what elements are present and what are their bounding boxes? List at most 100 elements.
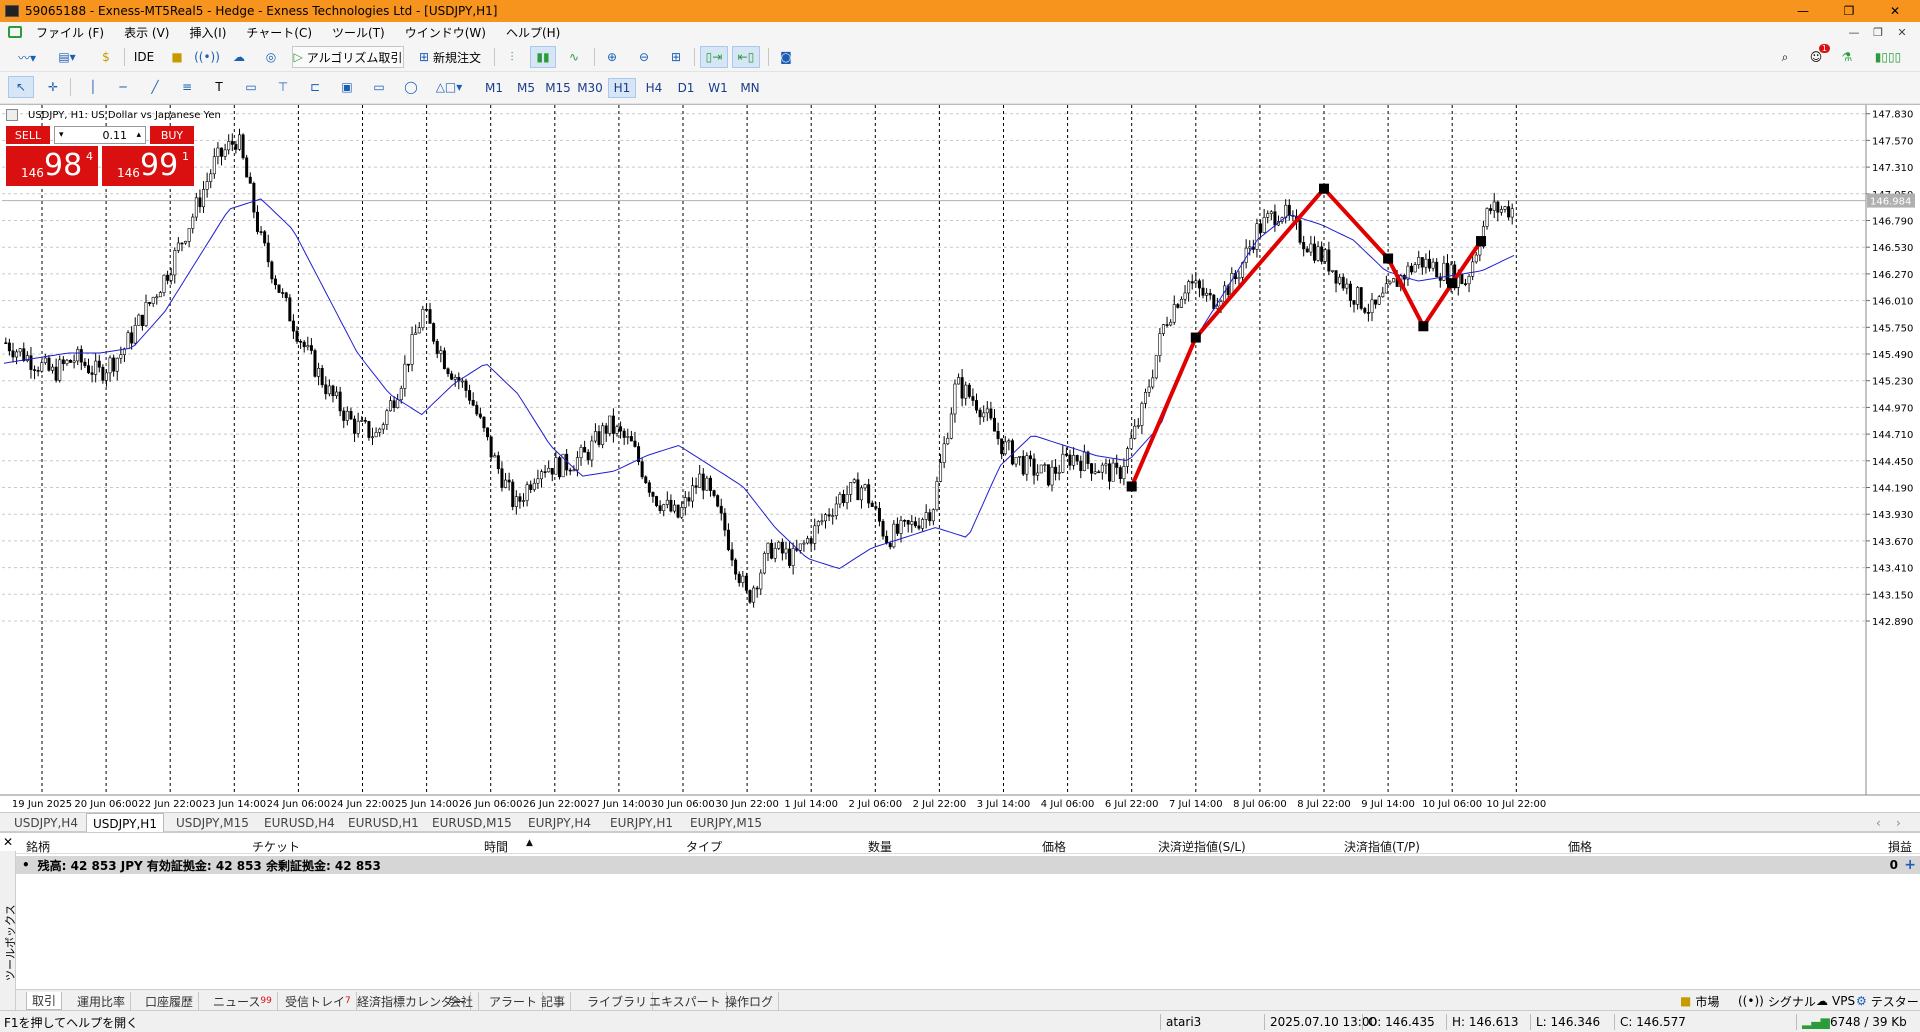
new-chart-icon[interactable]: ▤▾ xyxy=(50,46,84,68)
cursor-icon[interactable]: ↖ xyxy=(8,76,34,98)
tab-exposure[interactable]: 運用比率 xyxy=(72,992,132,1010)
chart-shift-icon[interactable]: ⇤▯ xyxy=(732,46,760,68)
notifications-icon[interactable]: ☺ 1 xyxy=(1804,44,1830,68)
rectangle-icon[interactable]: ▭ xyxy=(240,76,262,98)
sell-button[interactable]: SELL xyxy=(6,126,50,144)
tab-experts[interactable]: エキスパート xyxy=(644,992,727,1010)
menu-chart[interactable]: チャート(C) xyxy=(236,24,322,41)
toolbox-close-icon[interactable]: ✕ xyxy=(3,835,13,849)
tab-trade[interactable]: 取引 xyxy=(26,992,63,1010)
shapes-icon[interactable]: △□▾ xyxy=(432,76,466,98)
bag-icon[interactable]: ■ xyxy=(166,46,188,68)
tab-articles[interactable]: 記事 xyxy=(536,992,572,1010)
vertical-line-icon[interactable]: │ xyxy=(82,76,104,98)
col-type[interactable]: タイプ xyxy=(686,838,722,855)
new-order-button[interactable]: ⊞ 新規注文 xyxy=(412,46,488,68)
toolbox-side-tab[interactable]: ツールボックス xyxy=(0,851,17,1011)
col-current-price[interactable]: 価格 xyxy=(1568,838,1592,855)
mdi-restore-icon[interactable]: ❐ xyxy=(1868,22,1888,42)
screenshot-icon[interactable]: ◙ xyxy=(774,46,798,68)
indicator-icon[interactable]: ▣ xyxy=(336,76,358,98)
price-chart[interactable]: 148.090147.830147.570147.310147.050146.7… xyxy=(0,105,1920,813)
add-icon[interactable]: + xyxy=(1904,857,1916,873)
volume-up-icon[interactable]: ▴ xyxy=(136,130,141,140)
maximize-button[interactable]: ❐ xyxy=(1826,0,1872,22)
menu-insert[interactable]: 挿入(I) xyxy=(179,24,236,41)
tab-library[interactable]: ライブラリ xyxy=(582,992,654,1010)
chart-tab[interactable]: EURUSD,M15 xyxy=(426,815,518,831)
line-chart-icon[interactable]: ∿ xyxy=(562,46,586,68)
tab-news[interactable]: ニュース 99 xyxy=(208,992,278,1010)
tester-button[interactable]: ⚙ テスター xyxy=(1856,992,1919,1010)
cloud-icon[interactable]: ☁ xyxy=(228,46,250,68)
menu-view[interactable]: 表示 (V) xyxy=(114,24,179,41)
channel-icon[interactable]: ≡ xyxy=(176,76,198,98)
chart-tab[interactable]: EURUSD,H1 xyxy=(342,815,425,831)
tf-w1[interactable]: W1 xyxy=(704,78,732,98)
menu-help[interactable]: ヘルプ(H) xyxy=(496,24,570,41)
vps-icon[interactable]: ◎ xyxy=(260,46,282,68)
tf-m1[interactable]: M1 xyxy=(480,78,508,98)
ide-button[interactable]: IDE xyxy=(130,46,158,68)
col-tp[interactable]: 決済指値(T/P) xyxy=(1344,838,1420,855)
algo-trading-button[interactable]: ▷ アルゴリズム取引 xyxy=(292,46,404,68)
chart-tab-active[interactable]: USDJPY,H1 xyxy=(86,813,164,833)
chart-type-icon[interactable]: 〰▾ xyxy=(12,46,42,68)
tf-mn[interactable]: MN xyxy=(736,78,764,98)
tab-history[interactable]: 口座履歴 xyxy=(140,992,200,1010)
chart-tab[interactable]: EURUSD,H4 xyxy=(258,815,341,831)
volume-down-icon[interactable]: ▾ xyxy=(59,130,64,140)
autoscroll-icon[interactable]: ▯⇥ xyxy=(700,46,728,68)
app-menu-icon[interactable] xyxy=(8,26,22,38)
chart-tab[interactable]: USDJPY,H4 xyxy=(8,815,84,831)
grid-icon[interactable]: ⊞ xyxy=(664,46,688,68)
col-ticket[interactable]: チケット xyxy=(252,838,300,855)
ellipse-icon[interactable]: ◯ xyxy=(400,76,422,98)
tab-scroll-left-icon[interactable]: ‹ xyxy=(1870,815,1887,831)
buy-price[interactable]: 146 99 1 xyxy=(102,146,194,186)
candle-chart-icon[interactable]: ▮▮ xyxy=(530,46,556,68)
chart-tab[interactable]: USDJPY,M15 xyxy=(170,815,255,831)
col-volume[interactable]: 数量 xyxy=(868,838,892,855)
tf-m15[interactable]: M15 xyxy=(544,78,572,98)
zoom-in-icon[interactable]: ⊕ xyxy=(600,46,624,68)
status-network[interactable]: 6748 / 39 Kb xyxy=(1830,1014,1907,1030)
vps-button[interactable]: ☁ VPS xyxy=(1816,992,1855,1010)
tf-h1[interactable]: H1 xyxy=(608,78,636,98)
menu-file[interactable]: ファイル (F) xyxy=(26,24,114,41)
algo-status-icon[interactable]: ⚗ xyxy=(1836,46,1858,68)
chart-tab[interactable]: EURJPY,H1 xyxy=(604,815,679,831)
mdi-close-icon[interactable]: ✕ xyxy=(1892,22,1912,42)
connection-icon[interactable]: ▮▯▯▯ xyxy=(1866,46,1910,68)
price-label-icon[interactable]: ⊏ xyxy=(304,76,326,98)
trend-line-icon[interactable]: ╱ xyxy=(144,76,166,98)
ok-button-icon[interactable]: ▭ xyxy=(368,76,390,98)
col-price[interactable]: 価格 xyxy=(1042,838,1066,855)
zoom-out-icon[interactable]: ⊖ xyxy=(632,46,656,68)
market-button[interactable]: ■ 市場 xyxy=(1680,992,1719,1010)
chart-window[interactable]: 148.090147.830147.570147.310147.050146.7… xyxy=(0,104,1920,812)
horizontal-line-icon[interactable]: ─ xyxy=(112,76,134,98)
tab-journal[interactable]: 操作ログ xyxy=(720,992,780,1010)
dollar-icon[interactable]: $ xyxy=(96,46,116,68)
sell-price[interactable]: 146 98 4 xyxy=(6,146,98,186)
text-tool-icon[interactable]: T xyxy=(208,76,230,98)
chart-tab[interactable]: EURJPY,H4 xyxy=(522,815,597,831)
bar-chart-icon[interactable]: ⫶ xyxy=(500,46,524,68)
menu-tools[interactable]: ツール(T) xyxy=(322,24,395,41)
col-symbol[interactable]: 銘柄 xyxy=(26,838,50,855)
signals-button[interactable]: ((•)) シグナル xyxy=(1738,992,1816,1010)
tf-h4[interactable]: H4 xyxy=(640,78,668,98)
menu-window[interactable]: ウインドウ(W) xyxy=(395,24,496,41)
col-time[interactable]: 時間 xyxy=(484,838,508,855)
crosshair-icon[interactable]: ✛ xyxy=(42,76,64,98)
chart-tab[interactable]: EURJPY,M15 xyxy=(684,815,768,831)
tab-alerts[interactable]: アラート xyxy=(484,992,544,1010)
close-button[interactable]: ✕ xyxy=(1872,0,1918,22)
buy-button[interactable]: BUY xyxy=(150,126,194,144)
label-tool-icon[interactable]: ⊤ xyxy=(272,76,294,98)
tf-d1[interactable]: D1 xyxy=(672,78,700,98)
minimize-button[interactable]: — xyxy=(1780,0,1826,22)
col-sl[interactable]: 決済逆指値(S/L) xyxy=(1158,838,1246,855)
tf-m5[interactable]: M5 xyxy=(512,78,540,98)
